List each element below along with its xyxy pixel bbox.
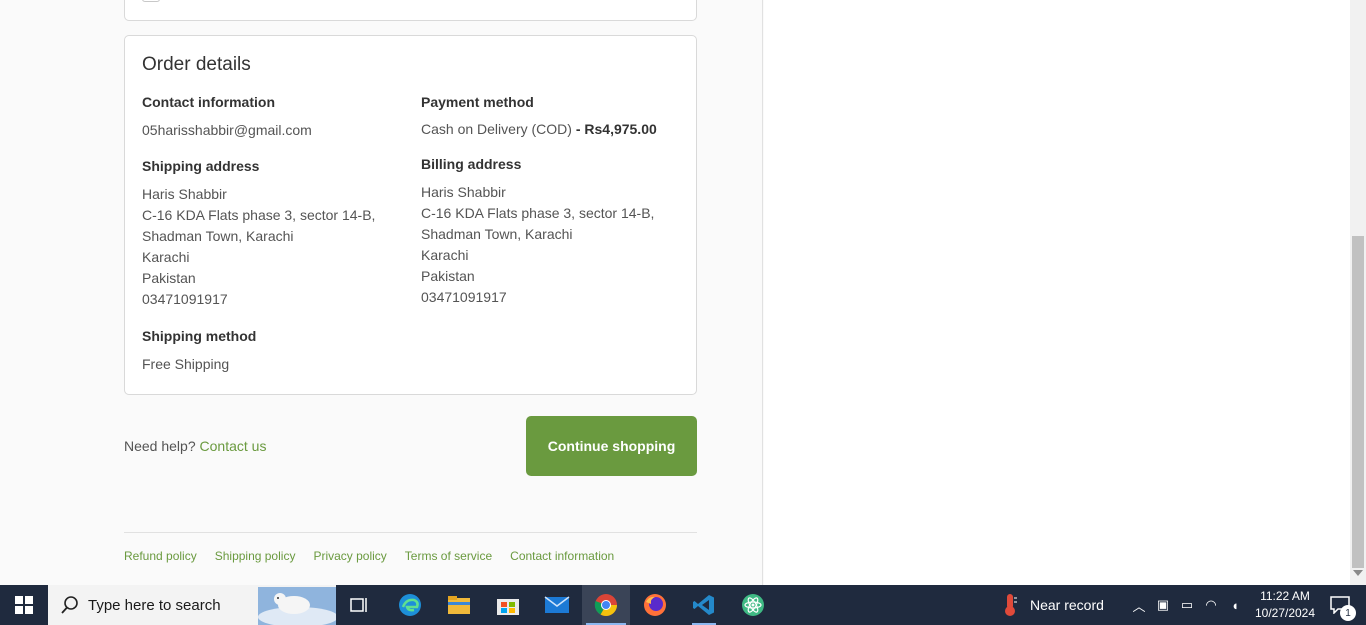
weather-widget[interactable]: Near record	[1002, 585, 1104, 625]
payment-method-name: Cash on Delivery (COD)	[421, 121, 572, 137]
checkbox[interactable]	[142, 0, 160, 2]
meet-now-icon[interactable]: ▣	[1154, 597, 1172, 613]
contact-email: 05harisshabbir@gmail.com	[142, 122, 312, 138]
task-view-icon[interactable]	[336, 585, 384, 625]
network-icon[interactable]: ◠	[1202, 597, 1220, 613]
contact-information-link[interactable]: Contact information	[510, 549, 614, 563]
notification-count-badge: 1	[1340, 605, 1356, 621]
billing-address-heading: Billing address	[421, 156, 522, 172]
shipping-address-line: Pakistan	[142, 270, 196, 286]
order-details-right-column: Payment method Cash on Delivery (COD) - …	[421, 94, 691, 322]
system-tray: ︿ ▣ ▭ ◠ ◖	[1130, 585, 1244, 625]
file-explorer-icon[interactable]	[435, 585, 483, 625]
vscode-icon[interactable]	[680, 585, 728, 625]
terms-of-service-link[interactable]: Terms of service	[405, 549, 492, 563]
help-text: Need help? Contact us	[124, 438, 266, 454]
windows-logo-icon	[15, 596, 33, 614]
billing-address-section: Billing address Haris Shabbir C-16 KDA F…	[421, 156, 691, 308]
order-details-left-column: Contact information 05harisshabbir@gmail…	[142, 94, 412, 389]
help-label: Need help?	[124, 438, 196, 454]
payment-method-heading: Payment method	[421, 94, 534, 110]
shipping-address-line: C-16 KDA Flats phase 3, sector 14-B,	[142, 207, 376, 223]
shipping-address-heading: Shipping address	[142, 158, 260, 174]
shipping-policy-link[interactable]: Shipping policy	[215, 549, 296, 563]
order-summary-pane	[764, 0, 1350, 585]
edge-icon[interactable]	[386, 585, 434, 625]
billing-address-line: Shadman Town, Karachi	[421, 226, 573, 242]
order-details-title: Order details	[142, 54, 251, 75]
firefox-icon[interactable]	[631, 585, 679, 625]
continue-shopping-button[interactable]: Continue shopping	[526, 416, 697, 476]
payment-method-section: Payment method Cash on Delivery (COD) - …	[421, 94, 691, 140]
payment-amount: - Rs4,975.00	[575, 121, 657, 137]
billing-address-line: Haris Shabbir	[421, 184, 506, 200]
shipping-method-section: Shipping method Free Shipping	[142, 328, 412, 375]
previous-card	[124, 0, 697, 21]
checkout-main: Order details Contact information 05hari…	[0, 0, 763, 585]
scroll-down-arrow-icon[interactable]	[1353, 570, 1363, 576]
page-scrollbar[interactable]	[1350, 0, 1366, 585]
shipping-address-line: 03471091917	[142, 291, 228, 307]
battery-icon[interactable]: ▭	[1178, 597, 1196, 613]
windows-taskbar: Type here to search Near record ︿ ▣ ▭ ◠ …	[0, 585, 1366, 625]
shipping-address-section: Shipping address Haris Shabbir C-16 KDA …	[142, 158, 412, 310]
atom-icon[interactable]	[729, 585, 777, 625]
footer-links: Refund policy Shipping policy Privacy po…	[124, 549, 614, 563]
chrome-icon[interactable]	[582, 585, 630, 625]
billing-address-line: 03471091917	[421, 289, 507, 305]
mail-icon[interactable]	[533, 585, 581, 625]
search-highlight-icon	[258, 587, 336, 625]
contact-us-link[interactable]: Contact us	[200, 438, 267, 454]
weather-text: Near record	[1030, 597, 1104, 613]
search-icon	[61, 596, 78, 614]
shipping-address-line: Haris Shabbir	[142, 186, 227, 202]
taskbar-clock[interactable]: 11:22 AM 10/27/2024	[1250, 588, 1320, 622]
taskbar-search-box[interactable]: Type here to search	[48, 585, 336, 625]
thermometer-icon	[1005, 594, 1017, 616]
billing-address-line: Pakistan	[421, 268, 475, 284]
shipping-method-heading: Shipping method	[142, 328, 257, 344]
notification-center-button[interactable]: 1	[1320, 585, 1360, 625]
billing-address-line: Karachi	[421, 247, 469, 263]
privacy-policy-link[interactable]: Privacy policy	[313, 549, 386, 563]
store-icon[interactable]	[484, 585, 532, 625]
payment-method-value: Cash on Delivery (COD) - Rs4,975.00	[421, 119, 691, 140]
scrollbar-thumb[interactable]	[1352, 236, 1364, 568]
contact-information-section: Contact information 05harisshabbir@gmail…	[142, 94, 412, 141]
clock-date: 10/27/2024	[1254, 606, 1316, 620]
refund-policy-link[interactable]: Refund policy	[124, 549, 197, 563]
shipping-address-line: Karachi	[142, 249, 190, 265]
contact-information-heading: Contact information	[142, 94, 275, 110]
volume-icon[interactable]: ◖	[1226, 598, 1244, 613]
search-placeholder: Type here to search	[88, 597, 221, 614]
shipping-address-line: Shadman Town, Karachi	[142, 228, 294, 244]
order-details-card: Order details Contact information 05hari…	[124, 35, 697, 395]
clock-time: 11:22 AM	[1260, 589, 1310, 603]
start-button[interactable]	[0, 585, 48, 625]
chevron-up-icon[interactable]: ︿	[1130, 596, 1148, 615]
billing-address-line: C-16 KDA Flats phase 3, sector 14-B,	[421, 205, 655, 221]
shipping-method-value: Free Shipping	[142, 356, 230, 372]
footer-divider	[124, 532, 697, 533]
